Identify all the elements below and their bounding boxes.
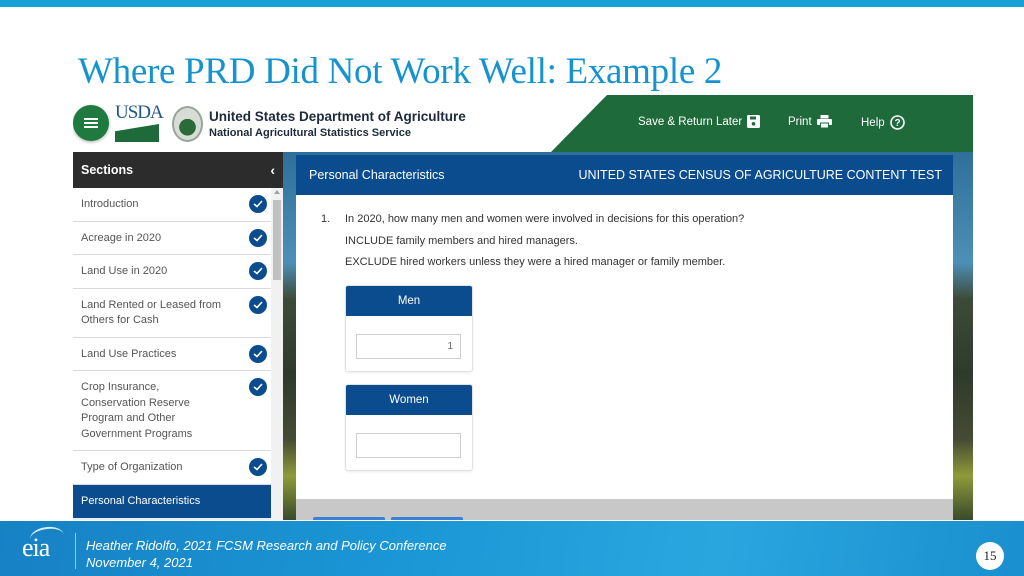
svg-text:?: ? — [894, 118, 900, 129]
menu-button[interactable] — [73, 105, 109, 141]
sidebar-item-label: Land Use in 2020 — [81, 265, 168, 277]
men-count-input[interactable] — [356, 334, 461, 359]
save-return-later-label: Save & Return Later — [638, 115, 743, 128]
sidebar-item-label: Land Use Practices — [81, 347, 177, 360]
scroll-up-arrow-icon[interactable] — [274, 190, 280, 194]
help-label: Help — [861, 116, 885, 129]
app-screenshot: USDA United States Department of Agricul… — [73, 95, 973, 520]
sidebar-scrollbar[interactable] — [271, 188, 283, 520]
sidebar-title: Sections — [81, 163, 134, 177]
check-circle-icon — [249, 295, 267, 314]
nass-seal-icon — [172, 106, 203, 142]
print-label: Print — [788, 115, 812, 128]
print-button[interactable]: Print — [788, 115, 832, 128]
previous-button[interactable] — [313, 517, 385, 520]
sidebar-item-crop-insurance[interactable]: Crop Insurance, Conservation Reserve Pro… — [73, 371, 283, 451]
sidebar-item-type-of-organization[interactable]: Type of Organization — [73, 451, 283, 485]
sidebar-item-label: Acreage in 2020 — [81, 231, 162, 244]
agency-name: United States Department of Agriculture … — [209, 108, 466, 141]
check-circle-icon — [249, 195, 267, 213]
sidebar-header: Sections ‹ — [73, 152, 283, 188]
footer-divider — [75, 533, 76, 569]
check-circle-icon — [249, 228, 267, 247]
eia-logo: eia — [22, 533, 50, 562]
panel-footer — [296, 499, 953, 520]
men-field-label: Men — [346, 286, 472, 316]
men-field-card: Men — [345, 285, 473, 372]
sidebar-item-label: Personal Characteristics — [81, 494, 201, 507]
check-circle-icon — [249, 262, 267, 280]
usda-logo-text: USDA — [115, 102, 164, 123]
sidebar-item-label: Type of Organization — [81, 461, 183, 473]
section-title: Personal Characteristics — [309, 168, 445, 182]
header-green-band — [551, 95, 973, 152]
page-number-badge: 15 — [976, 542, 1004, 570]
slide-footer: eia Heather Ridolfo, 2021 FCSM Research … — [0, 521, 1024, 576]
print-icon — [816, 115, 832, 128]
question-text: 1. In 2020, how many men and women were i… — [321, 209, 953, 231]
usda-swoosh-icon — [115, 124, 159, 142]
sidebar-item-label: Crop Insurance, Conservation Reserve Pro… — [81, 381, 193, 440]
sidebar-item-crops[interactable]: Crops — [73, 518, 283, 520]
save-return-later-button[interactable]: Save & Return Later — [638, 115, 761, 128]
scrollbar-thumb[interactable] — [273, 200, 281, 280]
question-number: 1. — [321, 213, 331, 225]
footer-author-line: Heather Ridolfo, 2021 FCSM Research and … — [86, 538, 447, 553]
exclude-instruction: EXCLUDE hired workers unless they were a… — [345, 256, 726, 268]
sidebar-list: Introduction Acreage in 2020 Land Use in… — [73, 188, 283, 520]
check-circle-icon — [249, 458, 267, 476]
sidebar-item-label: Introduction — [81, 198, 139, 210]
women-count-input[interactable] — [356, 433, 461, 458]
women-field-card: Women — [345, 384, 473, 471]
question-prompt: In 2020, how many men and women were inv… — [345, 213, 745, 225]
next-button[interactable] — [391, 517, 463, 520]
question-panel: Personal Characteristics UNITED STATES C… — [296, 155, 953, 520]
sidebar-item-introduction[interactable]: Introduction — [73, 188, 283, 222]
usda-logo: USDA — [115, 102, 164, 144]
women-field-label: Women — [346, 385, 472, 415]
footer-citation: Heather Ridolfo, 2021 FCSM Research and … — [86, 537, 447, 571]
check-circle-icon — [249, 344, 267, 363]
sidebar-item-acreage[interactable]: Acreage in 2020 — [73, 221, 283, 255]
sidebar-item-land-rented[interactable]: Land Rented or Leased from Others for Ca… — [73, 288, 283, 338]
survey-title: UNITED STATES CENSUS OF AGRICULTURE CONT… — [578, 168, 942, 182]
slide-top-bar — [0, 0, 1024, 7]
sections-sidebar: Sections ‹ Introduction Acreage in 2020 … — [73, 152, 283, 520]
help-icon: ? — [889, 115, 905, 130]
include-instruction: INCLUDE family members and hired manager… — [345, 234, 578, 247]
sidebar-item-personal-characteristics[interactable]: Personal Characteristics — [73, 484, 283, 518]
question-body: 1. In 2020, how many men and women were i… — [296, 195, 953, 274]
sidebar-item-label: Land Rented or Leased from Others for Ca… — [81, 298, 222, 327]
app-header: USDA United States Department of Agricul… — [73, 95, 973, 152]
footer-date-line: November 4, 2021 — [86, 555, 193, 570]
sidebar-item-land-use-practices[interactable]: Land Use Practices — [73, 337, 283, 371]
slide-title: Where PRD Did Not Work Well: Example 2 — [78, 51, 723, 92]
collapse-sidebar-icon[interactable]: ‹ — [270, 162, 275, 178]
help-button[interactable]: Help ? — [861, 115, 905, 130]
agency-name-line1: United States Department of Agriculture — [209, 109, 466, 124]
sidebar-item-land-use[interactable]: Land Use in 2020 — [73, 255, 283, 289]
panel-header: Personal Characteristics UNITED STATES C… — [296, 155, 953, 195]
check-circle-icon — [249, 378, 267, 396]
hamburger-icon — [84, 118, 98, 128]
save-icon — [747, 115, 761, 128]
agency-name-line2: National Agricultural Statistics Service — [209, 127, 411, 139]
